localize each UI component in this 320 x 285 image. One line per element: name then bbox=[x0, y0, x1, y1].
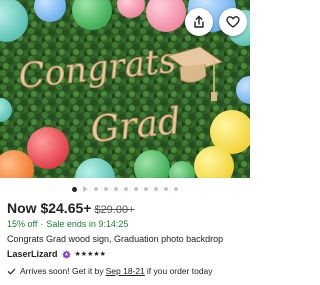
carousel-dot[interactable] bbox=[174, 187, 178, 191]
discount-percent: 15% off bbox=[7, 219, 38, 229]
carousel-indicator[interactable] bbox=[0, 185, 250, 193]
carousel-dot[interactable] bbox=[124, 187, 128, 191]
seller-name[interactable]: LaserLizard bbox=[7, 249, 58, 259]
carousel-dot[interactable] bbox=[154, 187, 158, 191]
sale-info: 15% off · Sale ends in 9:14:25 bbox=[7, 219, 128, 229]
carousel-dot-active[interactable] bbox=[72, 186, 77, 192]
current-price: Now $24.65+ bbox=[7, 200, 92, 216]
check-icon bbox=[7, 268, 16, 274]
carousel-dot[interactable] bbox=[94, 187, 98, 191]
arrival-suffix: if you order today bbox=[146, 266, 213, 276]
carousel-dot[interactable] bbox=[114, 187, 118, 191]
seller-row[interactable]: LaserLizard ★★★★★ bbox=[7, 249, 106, 259]
share-button[interactable] bbox=[185, 8, 213, 36]
listing-photo: Congrats Grad bbox=[0, 0, 250, 178]
sale-countdown: Sale ends in 9:14:25 bbox=[46, 219, 129, 229]
carousel-dot[interactable] bbox=[144, 187, 148, 191]
heart-icon bbox=[226, 16, 240, 28]
arrival-date-link[interactable]: Sep 18-21 bbox=[106, 266, 145, 276]
carousel-dot[interactable] bbox=[164, 187, 168, 191]
carousel-dot[interactable] bbox=[104, 187, 108, 191]
star-seller-icon bbox=[61, 249, 71, 259]
share-icon bbox=[194, 15, 204, 28]
carousel-dot[interactable] bbox=[134, 187, 138, 191]
price-row: Now $24.65+ $29.00+ bbox=[7, 200, 135, 218]
arrival-prefix: Arrives soon! Get it by bbox=[20, 266, 104, 276]
original-price: $29.00+ bbox=[94, 204, 135, 216]
rating-stars: ★★★★★ bbox=[74, 251, 106, 258]
carousel-video-indicator[interactable] bbox=[83, 186, 88, 192]
listing-title[interactable]: Congrats Grad wood sign, Graduation phot… bbox=[7, 234, 223, 244]
shipping-info: Arrives soon! Get it by Sep 18-21 if you… bbox=[7, 266, 213, 276]
favorite-button[interactable] bbox=[219, 8, 247, 36]
separator: · bbox=[40, 219, 44, 229]
listing-image[interactable]: Congrats Grad bbox=[0, 0, 250, 178]
